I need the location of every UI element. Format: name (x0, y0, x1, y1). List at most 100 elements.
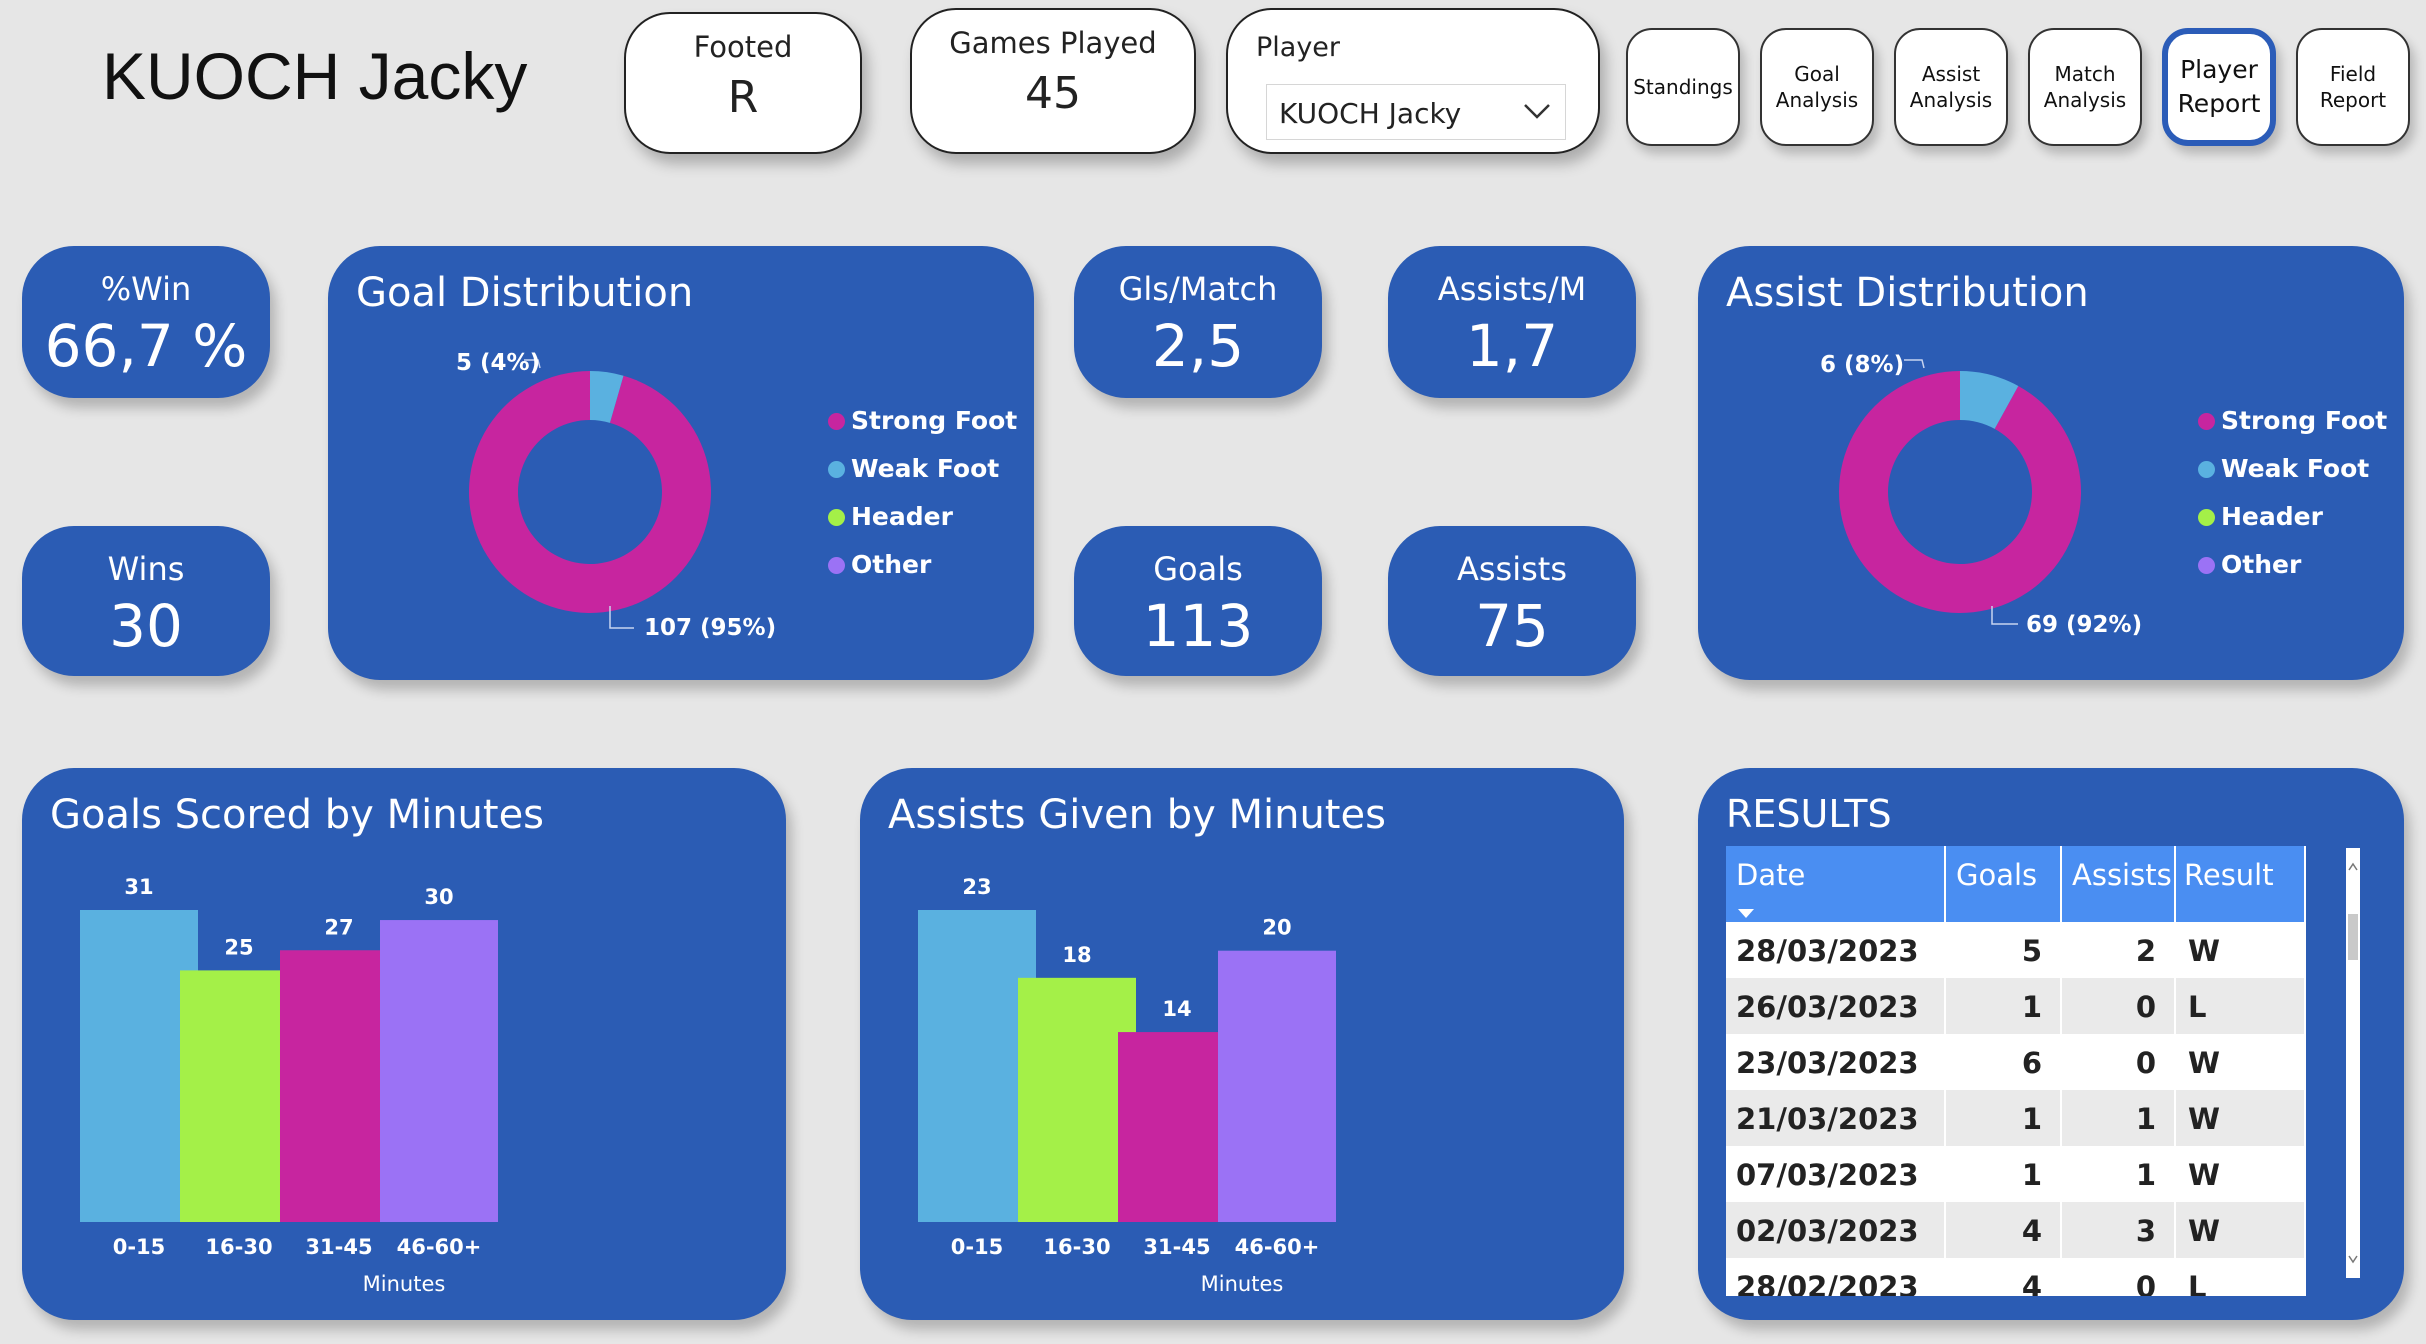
legend-label: Header (2221, 502, 2323, 531)
bar-data-label: 20 (1262, 916, 1291, 940)
nav-match-analysis-label: Match Analysis (2043, 62, 2127, 112)
table-cell: 1 (2062, 1090, 2176, 1146)
player-slicer-card: Player KUOCH Jacky (1226, 8, 1600, 154)
column-header-assists[interactable]: Assists (2062, 846, 2176, 922)
x-axis-title: Minutes (363, 1272, 446, 1296)
page-title: KUOCH Jacky (102, 39, 528, 113)
column-header-goals[interactable]: Goals (1946, 846, 2062, 922)
goal-strong-data-label: 107 (95%) (644, 615, 776, 641)
gls-match-card: Gls/Match 2,5 (1074, 246, 1322, 398)
table-cell: L (2176, 1258, 2306, 1296)
table-cell: W (2176, 1090, 2306, 1146)
table-cell: 4 (1946, 1258, 2062, 1296)
assists-value: 75 (1475, 592, 1549, 660)
x-tick-label: 31-45 (305, 1235, 372, 1259)
wins-value: 30 (109, 592, 183, 660)
legend-item-weak-foot: Weak Foot (2198, 454, 2369, 483)
nav-player-report-label: Player Report (2177, 55, 2261, 118)
goals-card: Goals 113 (1074, 526, 1322, 676)
legend-dot (2198, 509, 2215, 526)
table-cell: 23/03/2023 (1726, 1034, 1946, 1090)
nav-field-report-button[interactable]: Field Report (2296, 28, 2410, 146)
chevron-down-icon (1524, 104, 1550, 119)
table-row[interactable]: 02/03/2023 4 3 W (1726, 1202, 2306, 1258)
goals-label: Goals (1153, 550, 1243, 588)
table-cell: 07/03/2023 (1726, 1146, 1946, 1202)
player-label: Player (1256, 32, 1341, 63)
table-row[interactable]: 28/02/2023 4 0 L (1726, 1258, 2306, 1296)
table-cell: 0 (2062, 1258, 2176, 1296)
bar-data-label: 14 (1162, 997, 1191, 1021)
legend-item-other: Other (2198, 550, 2301, 579)
assists-card: Assists 75 (1388, 526, 1636, 676)
goals-by-minutes-card: Goals Scored by Minutes 31 0-15 25 16-30 27 3… (22, 768, 786, 1320)
results-card: RESULTS Date Goals Assists Result 28/03/… (1698, 768, 2404, 1320)
sort-desc-icon (1738, 909, 1754, 918)
bar-46-60+[interactable] (1218, 950, 1336, 1222)
assists-by-minutes-chart: 23 0-15 18 16-30 14 31-45 20 46-60+ Minutes (918, 875, 1336, 1296)
nav-field-report-label: Field Report (2319, 62, 2387, 112)
assists-per-match-card: Assists/M 1,7 (1388, 246, 1636, 398)
games-played-card: Games Played 45 (910, 8, 1196, 154)
table-cell: L (2176, 978, 2306, 1034)
footed-label: Footed (693, 30, 793, 64)
donut-slice-strong-foot[interactable] (1839, 371, 2081, 613)
x-tick-label: 31-45 (1143, 1235, 1210, 1259)
player-dropdown[interactable]: KUOCH Jacky (1266, 84, 1566, 140)
table-cell: 2 (2062, 922, 2176, 978)
assists-label: Assists (1456, 550, 1567, 588)
goal-distribution-card: Goal Distribution 5 (4%) 107 (95%) Stron… (328, 246, 1034, 680)
table-cell: W (2176, 922, 2306, 978)
nav-match-analysis-button[interactable]: Match Analysis (2028, 28, 2142, 146)
gls-match-value: 2,5 (1151, 312, 1245, 380)
x-tick-label: 0-15 (113, 1235, 166, 1259)
games-played-value: 45 (1025, 68, 1081, 119)
table-cell: W (2176, 1034, 2306, 1090)
goals-by-minutes-chart: 31 0-15 25 16-30 27 31-45 30 46-60+ Minutes (80, 875, 498, 1296)
table-cell: 1 (2062, 1146, 2176, 1202)
table-cell: 1 (1946, 1146, 2062, 1202)
table-cell: 26/03/2023 (1726, 978, 1946, 1034)
table-row[interactable]: 21/03/2023 1 1 W (1726, 1090, 2306, 1146)
player-dropdown-value: KUOCH Jacky (1279, 97, 1462, 130)
win-pct-card: %Win 66,7 % (22, 246, 270, 398)
legend-dot (828, 557, 845, 574)
nav-player-report-button[interactable]: Player Report (2162, 28, 2276, 146)
legend-label: Strong Foot (2221, 406, 2388, 435)
x-tick-label: 46-60+ (397, 1235, 482, 1259)
legend-dot (828, 413, 845, 430)
nav-standings-button[interactable]: Standings (1626, 28, 1740, 146)
bar-data-label: 30 (424, 885, 453, 909)
nav-assist-analysis-button[interactable]: Assist Analysis (1894, 28, 2008, 146)
footed-value: R (727, 72, 759, 123)
x-tick-label: 16-30 (1043, 1235, 1110, 1259)
donut-slice-strong-foot[interactable] (469, 371, 711, 613)
table-row[interactable]: 26/03/2023 1 0 L (1726, 978, 2306, 1034)
table-row[interactable]: 07/03/2023 1 1 W (1726, 1146, 2306, 1202)
goals-value: 113 (1142, 592, 1254, 660)
results-title: RESULTS (1726, 792, 1892, 836)
table-cell: 1 (1946, 1090, 2062, 1146)
legend-item-header: Header (828, 502, 953, 531)
assists-per-match-label: Assists/M (1437, 270, 1587, 308)
column-header-result[interactable]: Result (2176, 846, 2306, 922)
nav-standings-label: Standings (1633, 75, 1733, 99)
assists-per-match-value: 1,7 (1465, 312, 1559, 380)
table-cell: W (2176, 1146, 2306, 1202)
assist-distribution-card: Assist Distribution 6 (8%) 69 (92%) Stro… (1698, 246, 2404, 680)
win-pct-value: 66,7 % (44, 312, 248, 380)
footed-card: Footed R (624, 12, 862, 154)
table-cell: 6 (1946, 1034, 2062, 1090)
table-row[interactable]: 28/03/2023 5 2 W (1726, 922, 2306, 978)
games-played-label: Games Played (949, 26, 1157, 60)
legend-label: Other (851, 550, 932, 579)
table-cell: 21/03/2023 (1726, 1090, 1946, 1146)
table-scrollbar[interactable] (2346, 848, 2360, 1278)
table-row[interactable]: 23/03/2023 6 0 W (1726, 1034, 2306, 1090)
gls-match-label: Gls/Match (1118, 270, 1278, 308)
nav-goal-analysis-button[interactable]: Goal Analysis (1760, 28, 1874, 146)
bar-46-60+[interactable] (380, 920, 498, 1222)
table-cell: 0 (2062, 978, 2176, 1034)
table-cell: 28/02/2023 (1726, 1258, 1946, 1296)
column-header-date[interactable]: Date (1726, 846, 1946, 922)
